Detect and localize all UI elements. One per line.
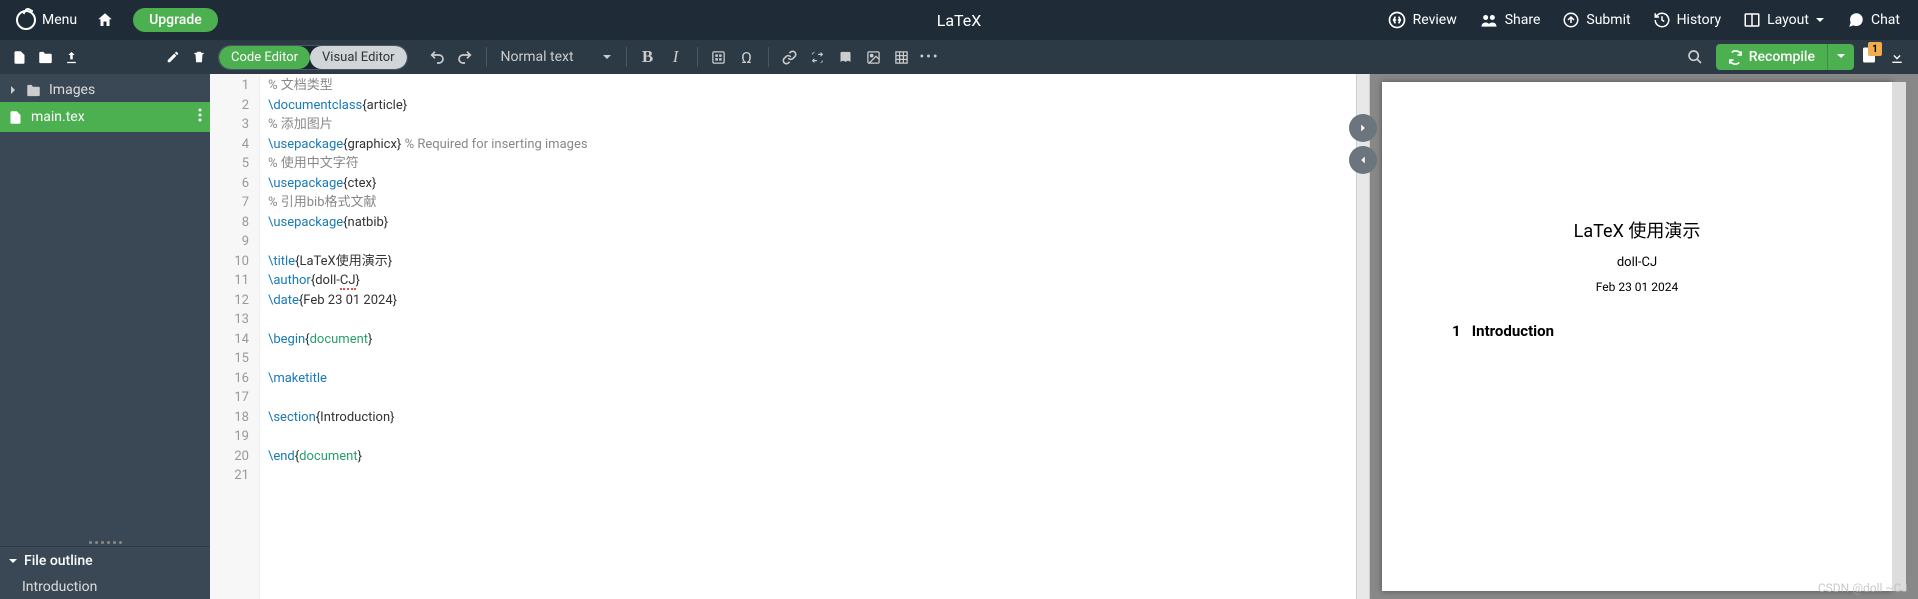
history-button[interactable]: History <box>1643 7 1732 33</box>
ref-icon[interactable] <box>833 44 859 70</box>
pdf-preview[interactable]: LaTeX 使用演示 doll-CJ Feb 23 01 2024 1 Intr… <box>1370 74 1918 599</box>
cite-icon[interactable] <box>805 44 831 70</box>
section-format-select[interactable]: Normal text <box>495 47 618 67</box>
new-file-icon[interactable] <box>8 46 30 68</box>
outline-item-introduction[interactable]: Introduction <box>0 575 210 599</box>
pane-splitter[interactable] <box>1356 74 1370 599</box>
project-title: LaTeX <box>937 11 982 30</box>
math-icon[interactable] <box>706 44 732 70</box>
chat-button[interactable]: Chat <box>1837 7 1910 33</box>
pdf-page: LaTeX 使用演示 doll-CJ Feb 23 01 2024 1 Intr… <box>1382 82 1892 591</box>
pdf-section: 1 Introduction <box>1422 322 1852 340</box>
new-folder-icon[interactable] <box>34 46 56 68</box>
upload-icon[interactable] <box>60 46 82 68</box>
delete-icon[interactable] <box>188 46 210 68</box>
home-icon[interactable] <box>91 6 119 34</box>
rename-icon[interactable] <box>162 46 184 68</box>
upgrade-button[interactable]: Upgrade <box>133 8 218 32</box>
collapse-left-icon[interactable] <box>1349 146 1377 174</box>
menu-label: Menu <box>42 12 77 28</box>
bold-icon[interactable]: B <box>635 44 661 70</box>
figure-icon[interactable] <box>861 44 887 70</box>
resize-handle[interactable] <box>0 538 210 546</box>
folder-images[interactable]: Images <box>0 78 210 102</box>
chevron-down-icon <box>8 556 18 566</box>
log-count-badge: 1 <box>1868 42 1882 56</box>
logs-button[interactable]: 1 <box>1860 46 1878 68</box>
refresh-icon <box>1728 50 1743 65</box>
recompile-dropdown[interactable] <box>1827 44 1854 70</box>
file-icon <box>8 110 23 125</box>
pdf-scrollbar[interactable] <box>1892 82 1906 591</box>
share-button[interactable]: Share <box>1469 6 1551 34</box>
visual-editor-tab[interactable]: Visual Editor <box>310 46 406 69</box>
pdf-date: Feb 23 01 2024 <box>1422 280 1852 294</box>
chevron-down-icon <box>602 52 612 62</box>
redo-icon[interactable] <box>452 44 478 70</box>
file-menu-icon[interactable] <box>198 108 202 126</box>
table-icon[interactable] <box>889 44 915 70</box>
download-pdf-icon[interactable] <box>1884 44 1910 70</box>
folder-label: Images <box>49 82 95 98</box>
submit-button[interactable]: Submit <box>1552 7 1640 33</box>
menu-button[interactable]: Menu <box>8 6 85 34</box>
search-icon[interactable] <box>1682 44 1708 70</box>
link-icon[interactable] <box>777 44 803 70</box>
more-icon[interactable]: ••• <box>917 44 943 70</box>
folder-icon <box>26 83 41 98</box>
layout-button[interactable]: Layout <box>1733 7 1835 33</box>
line-gutter: 123456789101112131415161718192021 <box>210 74 260 599</box>
pdf-author: doll-CJ <box>1422 255 1852 270</box>
italic-icon[interactable]: I <box>663 44 689 70</box>
symbol-icon[interactable]: Ω <box>734 44 760 70</box>
review-button[interactable]: Review <box>1377 6 1467 34</box>
recompile-button[interactable]: Recompile <box>1716 44 1854 70</box>
chevron-down-icon <box>1815 15 1825 25</box>
code-editor-tab[interactable]: Code Editor <box>219 46 310 69</box>
chevron-right-icon <box>8 85 18 95</box>
file-main-tex[interactable]: main.tex <box>0 102 210 132</box>
file-outline-header[interactable]: File outline <box>0 546 210 575</box>
file-label: main.tex <box>31 109 85 125</box>
undo-icon[interactable] <box>424 44 450 70</box>
code-editor[interactable]: % 文档类型\documentclass{article}% 添加图片\usep… <box>260 74 1356 599</box>
watermark: CSDN @doll ~CJ <box>1818 581 1908 595</box>
collapse-right-icon[interactable] <box>1349 114 1377 142</box>
overleaf-logo-icon <box>16 10 36 30</box>
pdf-title: LaTeX 使用演示 <box>1422 217 1852 243</box>
